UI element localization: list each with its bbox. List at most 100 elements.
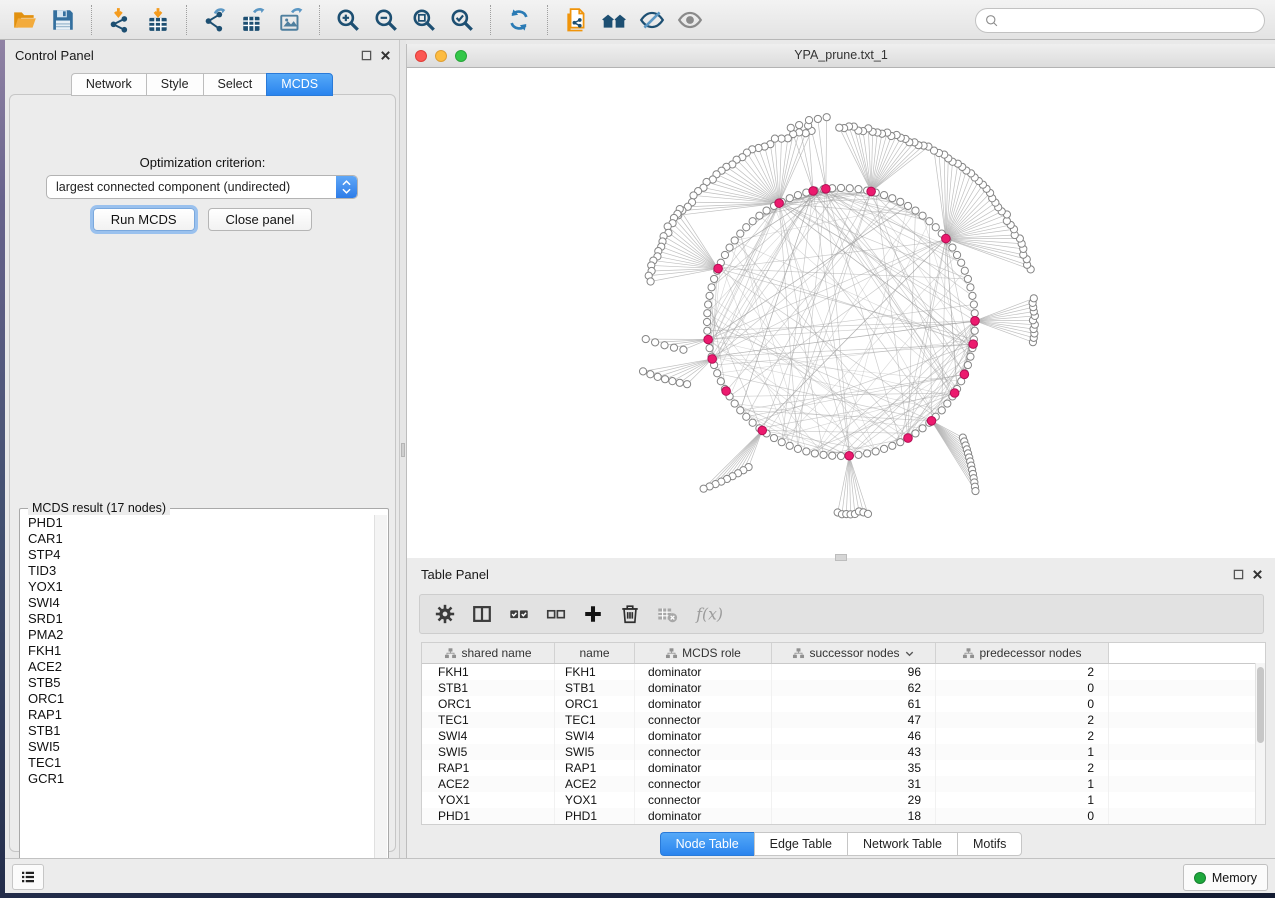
cell-MCDS-role[interactable]: connector [635,792,772,808]
import-network-icon[interactable] [105,5,135,35]
table-row[interactable]: RAP1RAP1dominator352 [422,760,1265,776]
graph-leaf-node[interactable] [676,379,683,386]
close-panel-button[interactable]: Close panel [208,208,313,231]
graph-leaf-node[interactable] [972,487,979,494]
graph-node-mcds[interactable] [950,389,959,398]
graph-node[interactable] [969,292,976,299]
graph-node[interactable] [786,195,793,202]
hide-selected-icon[interactable] [637,5,667,35]
window-close-traffic-light[interactable] [415,50,427,62]
graph-node[interactable] [829,452,836,459]
result-node-item[interactable]: TEC1 [21,755,375,771]
graph-leaf-node[interactable] [661,376,668,383]
open-icon[interactable] [10,5,40,35]
graph-node[interactable] [961,267,968,274]
import-table-icon[interactable] [143,5,173,35]
graph-node[interactable] [880,445,887,452]
cell-predecessor-nodes[interactable]: 2 [936,664,1109,680]
graph-node[interactable] [704,310,711,317]
cell-successor-nodes[interactable]: 46 [772,728,936,744]
cell-predecessor-nodes[interactable]: 2 [936,760,1109,776]
mcds-result-list[interactable]: PHD1CAR1STP4TID3YOX1SWI4SRD1PMA2FKH1ACE2… [21,515,375,877]
graph-node[interactable] [919,425,926,432]
export-network-icon[interactable] [200,5,230,35]
graph-node[interactable] [803,448,810,455]
cell-MCDS-role[interactable]: dominator [635,728,772,744]
graph-node[interactable] [932,224,939,231]
cell-shared-name[interactable]: PHD1 [422,808,555,824]
cell-name[interactable]: TEC1 [555,712,635,728]
tab-select[interactable]: Select [203,73,267,96]
graph-node[interactable] [705,301,712,308]
cell-MCDS-role[interactable]: connector [635,744,772,760]
cell-predecessor-nodes[interactable]: 1 [936,744,1109,760]
cell-MCDS-role[interactable]: connector [635,712,772,728]
graph-node[interactable] [756,212,763,219]
tab-edge-table[interactable]: Edge Table [754,832,847,856]
graph-node[interactable] [786,442,793,449]
graph-node[interactable] [749,218,756,225]
run-mcds-button[interactable]: Run MCDS [93,208,195,231]
table-scrollbar-thumb[interactable] [1257,667,1264,743]
graph-node[interactable] [912,430,919,437]
result-node-item[interactable]: RAP1 [21,707,375,723]
refresh-icon[interactable] [504,5,534,35]
graph-leaf-node[interactable] [930,147,937,154]
graph-node[interactable] [970,301,977,308]
graph-leaf-node[interactable] [680,346,687,353]
graph-node[interactable] [703,318,710,325]
graph-node[interactable] [967,284,974,291]
graph-node[interactable] [743,224,750,231]
graph-leaf-node[interactable] [787,124,794,131]
graph-node[interactable] [971,327,978,334]
result-node-item[interactable]: ORC1 [21,691,375,707]
cell-successor-nodes[interactable]: 18 [772,808,936,824]
graph-node-mcds[interactable] [822,185,831,194]
graph-node-mcds[interactable] [775,199,784,208]
add-icon[interactable] [582,602,604,626]
graph-node[interactable] [904,202,911,209]
graph-node-mcds[interactable] [867,187,876,196]
memory-button[interactable]: Memory [1183,864,1268,891]
graph-leaf-node[interactable] [654,373,661,380]
zoom-fit-icon[interactable] [409,5,439,35]
show-columns-icon[interactable] [471,602,493,626]
graph-node-mcds[interactable] [904,434,913,443]
graph-leaf-node[interactable] [652,339,659,346]
graph-leaf-node[interactable] [661,342,668,349]
result-node-item[interactable]: FKH1 [21,643,375,659]
column-header-predecessor-nodes[interactable]: predecessor nodes [936,643,1109,663]
column-header-successor-nodes[interactable]: successor nodes [772,643,936,663]
graph-leaf-node[interactable] [836,124,843,131]
table-row[interactable]: FKH1FKH1dominator962 [422,664,1265,680]
search-box[interactable] [975,8,1265,33]
result-node-item[interactable]: PHD1 [21,515,375,531]
cell-shared-name[interactable]: SWI4 [422,728,555,744]
cell-predecessor-nodes[interactable]: 0 [936,680,1109,696]
column-header-name[interactable]: name [555,643,635,663]
table-row[interactable]: PHD1PHD1dominator180 [422,808,1265,824]
cell-shared-name[interactable]: TEC1 [422,712,555,728]
graph-node[interactable] [938,407,945,414]
graph-node[interactable] [708,284,715,291]
graph-node-mcds[interactable] [960,370,969,379]
graph-node[interactable] [880,192,887,199]
cell-name[interactable]: SWI4 [555,728,635,744]
graph-leaf-node[interactable] [805,116,812,123]
graph-node[interactable] [717,378,724,385]
result-node-item[interactable]: STB1 [21,723,375,739]
graph-node[interactable] [811,450,818,457]
cell-MCDS-role[interactable]: dominator [635,696,772,712]
cell-successor-nodes[interactable]: 47 [772,712,936,728]
export-image-icon[interactable] [276,5,306,35]
cell-MCDS-role[interactable]: dominator [635,664,772,680]
graph-node[interactable] [820,451,827,458]
table-row[interactable]: YOX1YOX1connector291 [422,792,1265,808]
cell-name[interactable]: YOX1 [555,792,635,808]
graph-node-mcds[interactable] [969,340,978,349]
graph-node[interactable] [743,413,750,420]
tab-node-table[interactable]: Node Table [660,832,754,856]
first-neighbors-icon[interactable] [599,5,629,35]
graph-node[interactable] [731,237,738,244]
splitter-grip[interactable] [401,443,405,457]
